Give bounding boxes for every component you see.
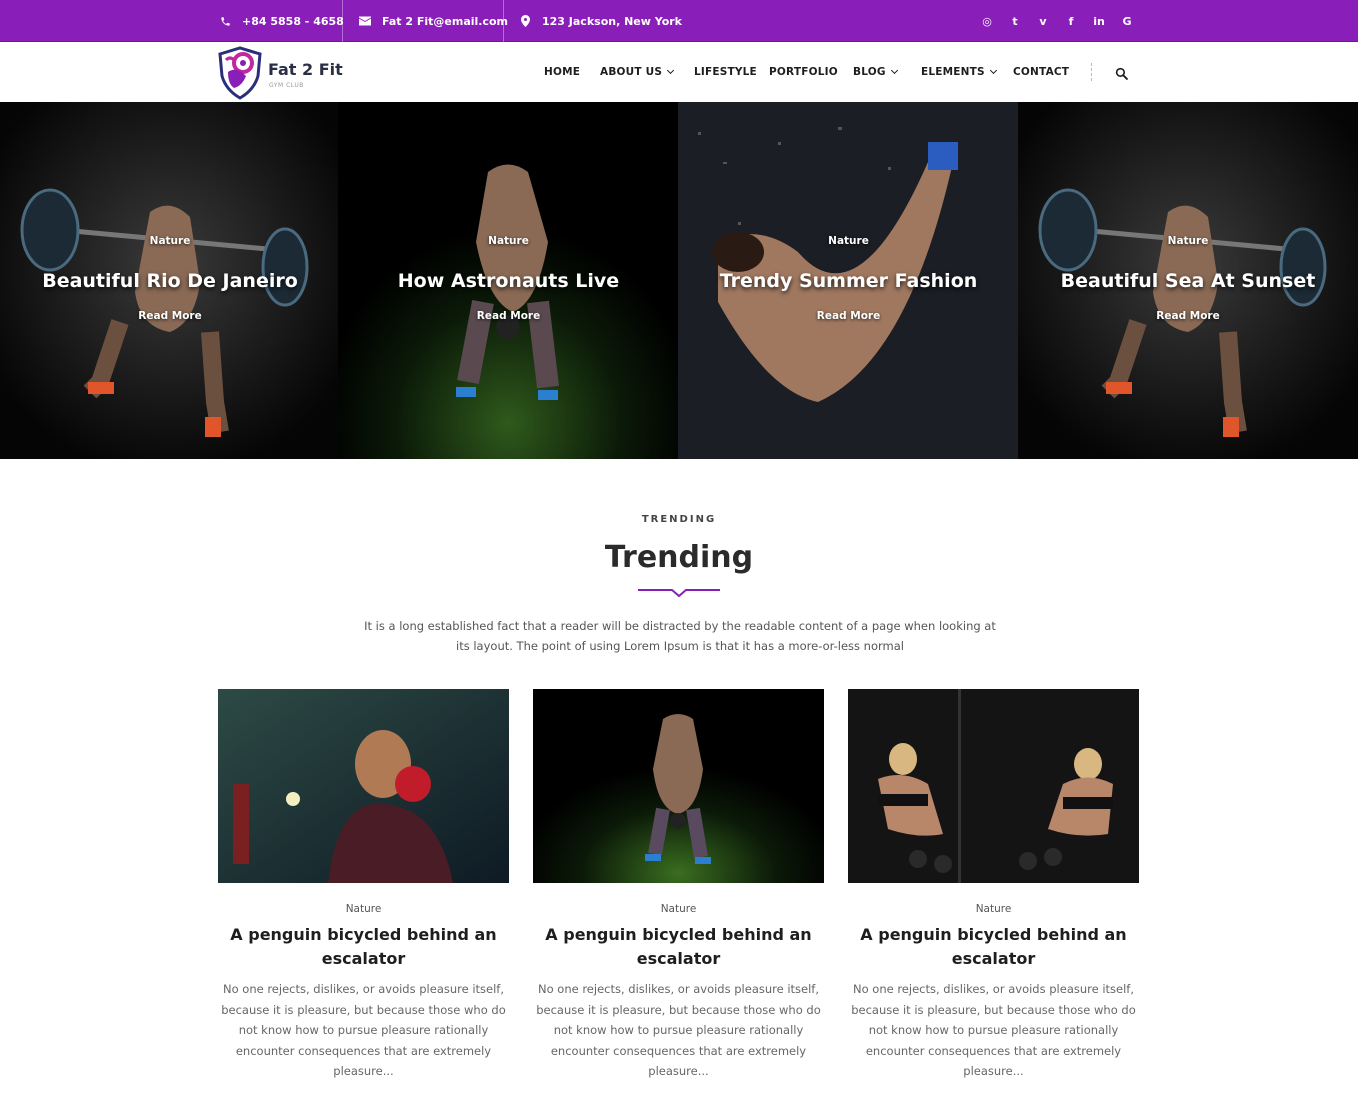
- post-card-title[interactable]: A penguin bicycled behind an escalator: [533, 923, 824, 971]
- heading-divider: [638, 589, 720, 597]
- nav-item-elements-label: ELEMENTS: [921, 66, 985, 78]
- post-card[interactable]: Nature A penguin bicycled behind an esca…: [218, 689, 509, 1082]
- nav-item-contact[interactable]: CONTACT: [1013, 42, 1069, 102]
- hero-slide[interactable]: Nature How Astronauts Live Read More: [338, 102, 679, 459]
- hero-slide-title[interactable]: How Astronauts Live: [338, 270, 679, 292]
- post-card-excerpt: No one rejects, dislikes, or avoids plea…: [851, 982, 1136, 1078]
- nav-item-home-label: HOME: [544, 66, 581, 78]
- post-card-image-boxer[interactable]: [218, 689, 509, 883]
- envelope-icon: [358, 14, 372, 28]
- hero-read-more-link[interactable]: Read More: [678, 310, 1019, 322]
- nav-item-portfolio-label: PORTFOLIO: [769, 66, 838, 78]
- contact-phone-text: +84 5858 - 4658: [242, 14, 344, 28]
- post-card-category[interactable]: Nature: [848, 903, 1139, 915]
- nav-item-lifestyle-label: LIFESTYLE: [694, 66, 757, 78]
- hero-slide-category[interactable]: Nature: [338, 235, 679, 247]
- hero-slide-category[interactable]: Nature: [678, 235, 1019, 247]
- twitter-icon[interactable]: t: [1001, 15, 1029, 28]
- hero-slider: Nature Beautiful Rio De Janeiro Read Mor…: [0, 102, 1358, 459]
- hero-read-more-link[interactable]: Read More: [1018, 310, 1358, 322]
- post-card[interactable]: Nature A penguin bicycled behind an esca…: [533, 689, 824, 1082]
- contact-email[interactable]: Fat 2 Fit@email.com: [358, 0, 508, 42]
- post-card[interactable]: Nature A penguin bicycled behind an esca…: [848, 689, 1139, 1082]
- nav-item-blog-label: BLOG: [853, 66, 886, 78]
- post-card-image-dumbbells[interactable]: [848, 689, 1139, 883]
- contact-phone[interactable]: +84 5858 - 4658: [218, 0, 344, 42]
- nav-item-lifestyle[interactable]: LIFESTYLE: [694, 42, 757, 102]
- nav-divider: [1091, 63, 1092, 81]
- hero-slide-title[interactable]: Beautiful Sea At Sunset: [1018, 270, 1358, 292]
- chevron-down-icon: [989, 66, 997, 75]
- nav-item-about-us-label: ABOUT US: [600, 66, 663, 78]
- post-card-title[interactable]: A penguin bicycled behind an escalator: [218, 923, 509, 971]
- hero-slide-category[interactable]: Nature: [1018, 235, 1358, 247]
- section-heading: Trending: [604, 540, 754, 575]
- nav-item-home[interactable]: HOME: [544, 42, 580, 102]
- post-card-category[interactable]: Nature: [218, 903, 509, 915]
- topbar-separator: [503, 0, 504, 42]
- hero-slide[interactable]: Nature Trendy Summer Fashion Read More: [678, 102, 1019, 459]
- phone-icon: [218, 14, 232, 28]
- map-pin-icon: [518, 14, 532, 28]
- section-eyebrow: TRENDING: [641, 514, 717, 525]
- hero-slide[interactable]: Nature Beautiful Rio De Janeiro Read Mor…: [0, 102, 340, 459]
- google-icon[interactable]: G: [1113, 15, 1141, 28]
- nav-item-contact-label: CONTACT: [1013, 66, 1070, 78]
- linkedin-icon[interactable]: in: [1085, 15, 1113, 28]
- post-card-excerpt: No one rejects, dislikes, or avoids plea…: [536, 982, 821, 1078]
- contact-email-text: Fat 2 Fit@email.com: [382, 14, 509, 28]
- logo-name: Fat 2 Fit: [268, 60, 343, 79]
- logo-mark-icon: [218, 46, 262, 100]
- instagram-icon[interactable]: ◎: [973, 15, 1001, 28]
- nav-item-blog[interactable]: BLOG: [853, 42, 898, 102]
- hero-slide-title[interactable]: Beautiful Rio De Janeiro: [0, 270, 340, 292]
- section-lead-text: It is a long established fact that a rea…: [364, 619, 996, 653]
- facebook-icon[interactable]: f: [1057, 15, 1085, 28]
- post-card-excerpt: No one rejects, dislikes, or avoids plea…: [221, 982, 506, 1078]
- hero-slide-category[interactable]: Nature: [0, 235, 340, 247]
- hero-read-more-link[interactable]: Read More: [338, 310, 679, 322]
- contact-address[interactable]: 123 Jackson, New York: [518, 0, 682, 42]
- topbar-separator: [342, 0, 343, 42]
- hero-read-more-link[interactable]: Read More: [0, 310, 340, 322]
- post-card-title[interactable]: A penguin bicycled behind an escalator: [848, 923, 1139, 971]
- chevron-down-icon: [890, 66, 898, 75]
- post-card-image-kettlebell[interactable]: [533, 689, 824, 883]
- search-icon[interactable]: [1115, 65, 1129, 80]
- nav-item-elements[interactable]: ELEMENTS: [921, 42, 997, 102]
- post-card-category[interactable]: Nature: [533, 903, 824, 915]
- hero-slide-title[interactable]: Trendy Summer Fashion: [678, 270, 1019, 292]
- main-navbar: [0, 42, 1358, 102]
- vimeo-icon[interactable]: v: [1029, 15, 1057, 28]
- chevron-down-icon: [667, 66, 675, 75]
- nav-item-portfolio[interactable]: PORTFOLIO: [769, 42, 838, 102]
- hero-slide[interactable]: Nature Beautiful Sea At Sunset Read More: [1018, 102, 1358, 459]
- site-logo[interactable]: Fat 2 Fit GYM CLUB: [216, 46, 346, 100]
- logo-tagline: GYM CLUB: [269, 82, 304, 89]
- social-links: ◎ t v f in G: [973, 0, 1141, 42]
- contact-address-text: 123 Jackson, New York: [542, 14, 682, 28]
- nav-item-about-us[interactable]: ABOUT US: [600, 42, 675, 102]
- top-bar: +84 5858 - 4658 Fat 2 Fit@email.com 123 …: [0, 0, 1358, 42]
